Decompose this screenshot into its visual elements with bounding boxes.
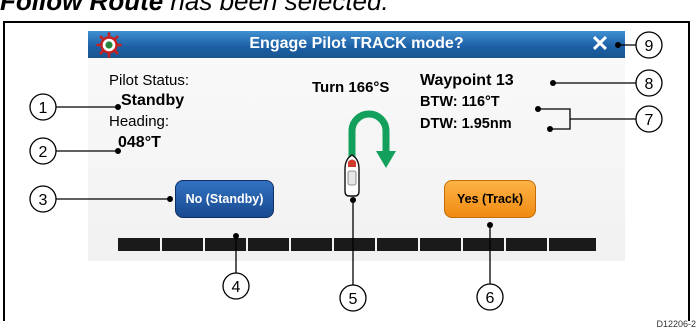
callout-4: 4 <box>232 279 241 296</box>
callout-layer: 1 2 3 4 5 6 7 8 9 <box>29 31 663 312</box>
callout-6: 6 <box>486 290 495 307</box>
figure-code: D12206-2 <box>656 319 696 329</box>
callout-9: 9 <box>645 38 654 55</box>
callout-8: 8 <box>645 76 654 93</box>
callout-1: 1 <box>39 100 48 117</box>
callout-7: 7 <box>645 112 654 129</box>
callout-2: 2 <box>39 144 48 161</box>
callout-3: 3 <box>39 192 48 209</box>
callout-5: 5 <box>349 291 358 308</box>
